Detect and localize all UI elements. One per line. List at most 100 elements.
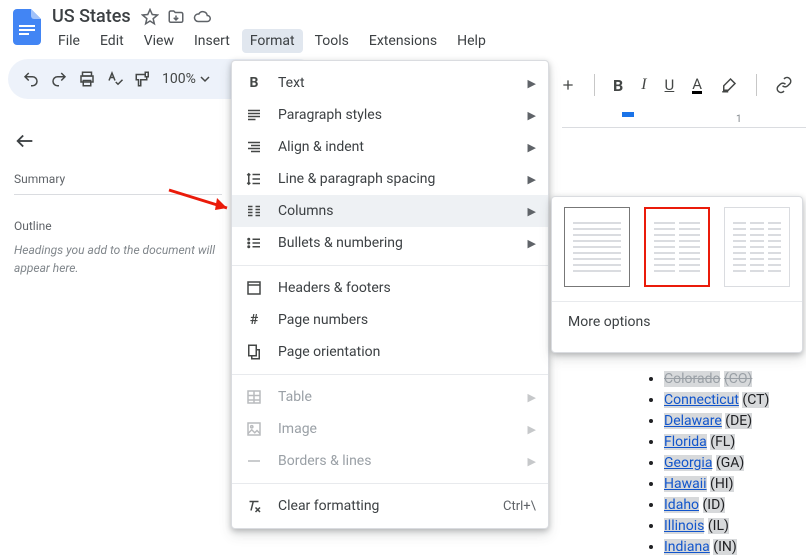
columns-option-two[interactable]: [644, 207, 710, 287]
highlight-color-icon[interactable]: [720, 76, 738, 94]
menu-help[interactable]: Help: [449, 29, 494, 53]
format-menu: B Text ▶ Paragraph styles ▶ Align & inde…: [231, 60, 549, 529]
chevron-right-icon: ▶: [528, 391, 536, 404]
menu-item-clear-formatting[interactable]: Clear formatting Ctrl+\: [232, 490, 548, 522]
menu-item-page-numbers[interactable]: # Page numbers: [232, 304, 548, 336]
document-list[interactable]: Colorado (CO) Connecticut (CT) Delaware …: [604, 369, 769, 558]
toolbar-divider: [756, 74, 757, 96]
docs-logo-icon[interactable]: [10, 6, 44, 48]
state-abbr: (ID): [703, 497, 726, 513]
menu-separator: [232, 483, 548, 484]
star-icon[interactable]: [141, 8, 159, 26]
ruler-mark: 1: [736, 114, 742, 125]
list-item[interactable]: Idaho (ID): [664, 495, 769, 516]
table-icon: [244, 388, 264, 406]
state-name: Connecticut: [664, 392, 739, 408]
menu-item-label: Image: [278, 421, 528, 437]
list-item[interactable]: Georgia (GA): [664, 453, 769, 474]
menu-item-headers-footers[interactable]: Headers & footers: [232, 272, 548, 304]
columns-option-three[interactable]: [724, 207, 790, 287]
chevron-right-icon: ▶: [528, 205, 536, 218]
toolbar-divider: [594, 74, 595, 96]
summary-label: Summary: [14, 172, 222, 195]
menu-tools[interactable]: Tools: [307, 29, 357, 53]
menu-item-label: Columns: [278, 203, 528, 219]
clear-formatting-icon: [244, 497, 264, 515]
menu-extensions[interactable]: Extensions: [361, 29, 445, 53]
columns-option-one[interactable]: [564, 207, 630, 287]
menu-separator: [232, 374, 548, 375]
ruler[interactable]: 1: [562, 112, 806, 128]
borders-lines-icon: [244, 452, 264, 470]
redo-icon[interactable]: [50, 70, 68, 88]
state-name: Delaware: [664, 413, 722, 429]
state-name: Illinois: [664, 518, 704, 534]
underline-button[interactable]: U: [665, 76, 675, 94]
state-name: Hawaii: [664, 476, 707, 492]
list-item[interactable]: Hawaii (HI): [664, 474, 769, 495]
bold-button[interactable]: B: [613, 76, 623, 95]
menu-shortcut: Ctrl+\: [503, 499, 536, 514]
menu-item-label: Borders & lines: [278, 453, 528, 469]
list-item[interactable]: Colorado (CO): [664, 369, 769, 390]
chevron-right-icon: ▶: [528, 423, 536, 436]
menu-item-page-orientation[interactable]: Page orientation: [232, 336, 548, 368]
list-item[interactable]: Delaware (DE): [664, 411, 769, 432]
bullets-icon: [244, 234, 264, 252]
list-item[interactable]: Illinois (IL): [664, 516, 769, 537]
bold-icon: B: [244, 75, 264, 91]
menu-item-label: Align & indent: [278, 139, 528, 155]
cloud-status-icon[interactable]: [193, 8, 211, 26]
print-icon[interactable]: [78, 70, 96, 88]
menu-item-label: Line & paragraph spacing: [278, 171, 528, 187]
doc-title[interactable]: US States: [52, 6, 131, 27]
page-orientation-icon: [244, 343, 264, 361]
menu-format[interactable]: Format: [242, 29, 303, 53]
menu-file[interactable]: File: [50, 29, 88, 53]
italic-button[interactable]: I: [641, 76, 646, 94]
state-abbr: (IL): [708, 518, 729, 534]
menu-item-bullets-numbering[interactable]: Bullets & numbering ▶: [232, 227, 548, 259]
menu-item-label: Text: [278, 75, 528, 91]
move-icon[interactable]: [167, 8, 185, 26]
menu-view[interactable]: View: [136, 29, 182, 53]
state-abbr: (DE): [725, 413, 752, 429]
columns-icon: [244, 202, 264, 220]
menu-insert[interactable]: Insert: [186, 29, 238, 53]
menu-item-paragraph-styles[interactable]: Paragraph styles ▶: [232, 99, 548, 131]
menu-item-text[interactable]: B Text ▶: [232, 67, 548, 99]
menu-item-align-indent[interactable]: Align & indent ▶: [232, 131, 548, 163]
chevron-right-icon: ▶: [528, 455, 536, 468]
zoom-select[interactable]: 100%: [162, 71, 210, 87]
image-icon: [244, 420, 264, 438]
state-abbr: (IN): [713, 539, 736, 555]
menu-item-label: Bullets & numbering: [278, 235, 528, 251]
menu-item-borders-lines: Borders & lines ▶: [232, 445, 548, 477]
chevron-right-icon: ▶: [528, 109, 536, 122]
state-abbr: (CT): [742, 392, 769, 408]
chevron-right-icon: ▶: [528, 173, 536, 186]
page-numbers-icon: #: [244, 312, 264, 328]
state-name: Indiana: [664, 539, 710, 555]
outline-back-icon[interactable]: [14, 130, 222, 172]
list-item[interactable]: Connecticut (CT): [664, 390, 769, 411]
menu-edit[interactable]: Edit: [92, 29, 132, 53]
chevron-right-icon: ▶: [528, 141, 536, 154]
columns-more-options[interactable]: More options: [552, 302, 802, 342]
state-abbr: (FL): [710, 434, 735, 450]
list-item[interactable]: Indiana (IN): [664, 537, 769, 558]
list-item[interactable]: Florida (FL): [664, 432, 769, 453]
spellcheck-icon[interactable]: [106, 70, 124, 88]
menu-item-label: Paragraph styles: [278, 107, 528, 123]
menu-item-columns[interactable]: Columns ▶: [232, 195, 548, 227]
paint-format-icon[interactable]: [134, 70, 152, 88]
font-size-increase-icon[interactable]: [560, 77, 576, 93]
menu-item-label: Page numbers: [278, 312, 536, 328]
undo-icon[interactable]: [22, 70, 40, 88]
menu-separator: [232, 265, 548, 266]
ruler-indent-marker[interactable]: [622, 112, 634, 117]
insert-link-icon[interactable]: [775, 76, 793, 94]
text-color-button[interactable]: A: [692, 77, 702, 94]
menu-item-label: Headers & footers: [278, 280, 536, 296]
menu-item-line-spacing[interactable]: Line & paragraph spacing ▶: [232, 163, 548, 195]
